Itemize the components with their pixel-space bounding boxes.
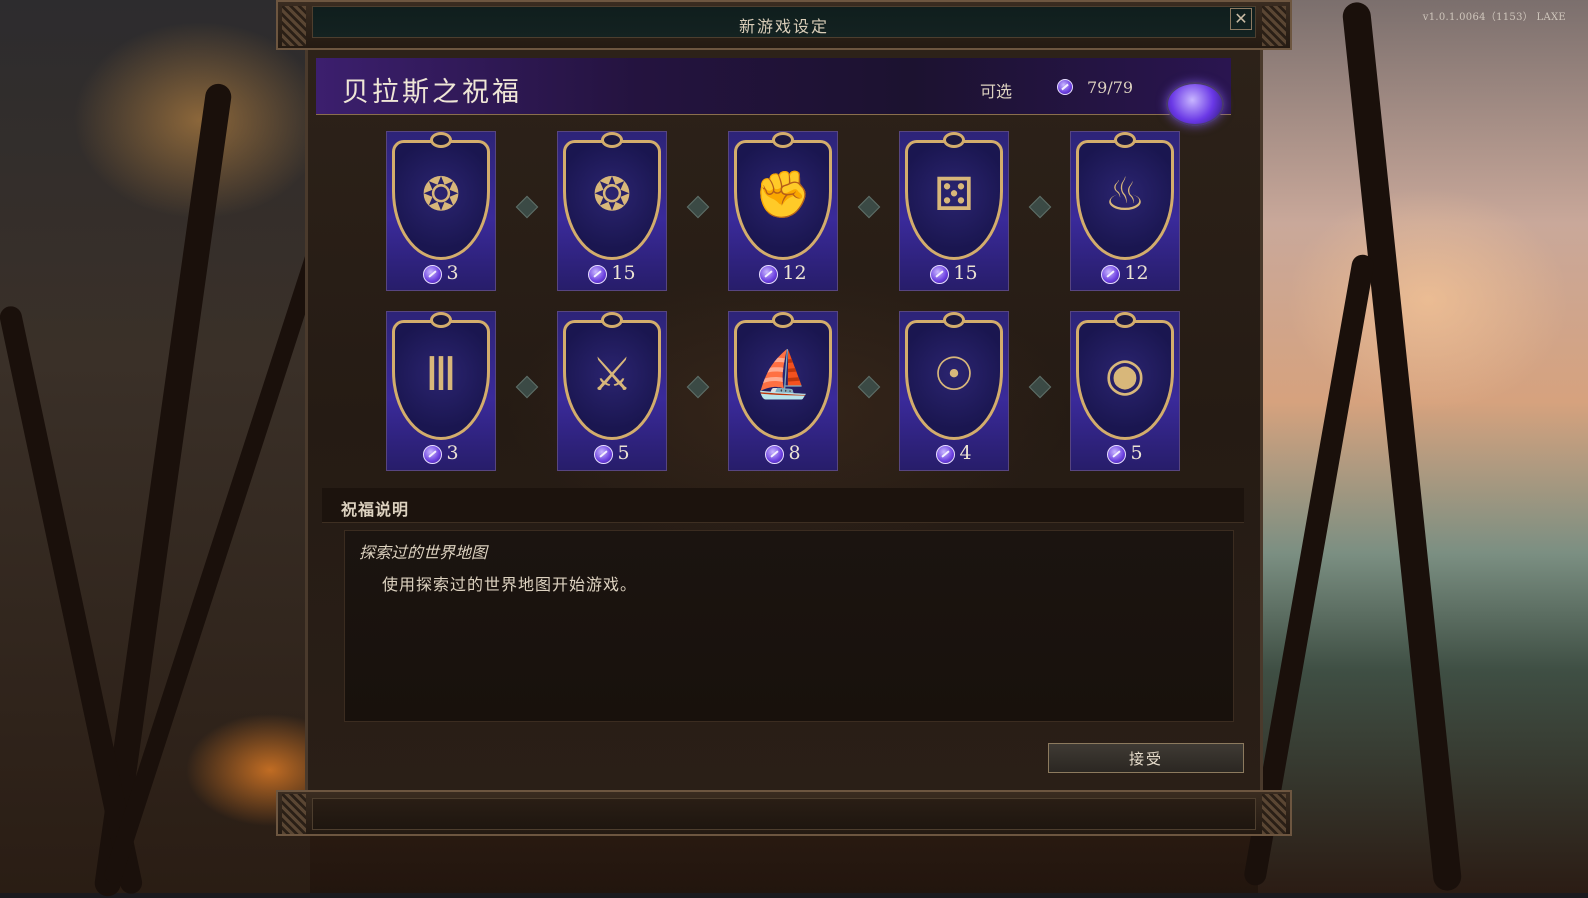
card-knob xyxy=(772,312,794,328)
coins-small-icon: ❂ xyxy=(421,167,461,221)
page-title: 贝拉斯之祝福 xyxy=(342,77,522,108)
corner-ornament xyxy=(1262,6,1286,46)
card-knob xyxy=(943,312,965,328)
card-knob xyxy=(1114,132,1136,148)
description-title: 探索过的世界地图 xyxy=(359,543,488,562)
blessing-card[interactable]: ♨ 12 xyxy=(1070,131,1180,291)
card-cost-value: 8 xyxy=(788,442,801,464)
available-label: 可选 xyxy=(980,82,1013,101)
card-cost: 15 xyxy=(900,262,1008,284)
card-cost: 12 xyxy=(729,262,837,284)
corner-ornament xyxy=(1262,794,1286,834)
card-knob xyxy=(943,132,965,148)
card-cost-value: 4 xyxy=(959,442,972,464)
card-cost: 5 xyxy=(1071,442,1179,464)
palm-trunk xyxy=(1341,0,1463,893)
palm-trunk xyxy=(0,304,145,896)
card-knob xyxy=(430,132,452,148)
background-left-scenery xyxy=(0,0,336,898)
corner-ornament xyxy=(282,794,306,834)
corner-ornament xyxy=(282,6,306,46)
card-knob xyxy=(430,312,452,328)
blessing-card[interactable]: ☉ 4 xyxy=(899,311,1009,471)
accept-button[interactable]: 接受 xyxy=(1048,743,1244,773)
palm-trunk xyxy=(102,214,336,886)
background-right-scenery xyxy=(1242,0,1588,893)
blessing-card[interactable]: Ⅲ3 xyxy=(386,311,496,471)
blessing-card[interactable]: ◉ 5 xyxy=(1070,311,1180,471)
card-knob xyxy=(601,312,623,328)
blessing-point-icon xyxy=(423,444,443,464)
bottom-inner xyxy=(312,798,1256,830)
blessing-card[interactable]: ⚔ 5 xyxy=(557,311,667,471)
blessing-card[interactable]: ⛵ 8 xyxy=(728,311,838,471)
window-title: 新游戏设定 xyxy=(738,17,829,36)
blessing-point-icon xyxy=(423,264,443,284)
medallion-icon: ◉ xyxy=(1104,347,1146,401)
description-box: 探索过的世界地图 使用探索过的世界地图开始游戏。 xyxy=(344,530,1234,722)
card-cost: 4 xyxy=(900,442,1008,464)
card-knob xyxy=(601,132,623,148)
bottom-bar xyxy=(276,790,1292,836)
card-cost: 15 xyxy=(558,262,666,284)
blessing-card[interactable]: ❂ 3 xyxy=(386,131,496,291)
card-cost: 8 xyxy=(729,442,837,464)
blessing-card[interactable]: ⚄ 15 xyxy=(899,131,1009,291)
description-body: 使用探索过的世界地图开始游戏。 xyxy=(382,575,638,594)
card-cost-value: 3 xyxy=(446,442,459,464)
card-cost-value: 5 xyxy=(617,442,630,464)
coins-large-icon: ❂ xyxy=(592,167,632,221)
title-bar: 新游戏设定 ✕ xyxy=(276,0,1292,50)
card-cost-value: 12 xyxy=(782,262,807,284)
card-cost-value: 15 xyxy=(953,262,978,284)
blessing-point-icon xyxy=(936,444,956,464)
dice-icon: ⚄ xyxy=(934,167,974,221)
header-band: 贝拉斯之祝福 可选 79/79 xyxy=(316,58,1231,126)
blessing-point-icon xyxy=(594,444,614,464)
ship-icon: ⛵ xyxy=(754,347,812,401)
card-cost-value: 3 xyxy=(446,262,459,284)
card-cost: 5 xyxy=(558,442,666,464)
blessing-point-icon xyxy=(930,264,950,284)
card-knob xyxy=(1114,312,1136,328)
pillar-icon: Ⅲ xyxy=(425,347,457,401)
version-label: v1.0.1.0064（1153） LAXE xyxy=(1422,12,1566,23)
blessing-point-icon xyxy=(759,264,779,284)
spyglass-icon: ☉ xyxy=(933,347,975,401)
blessing-point-icon xyxy=(765,444,785,464)
blessing-point-icon xyxy=(1057,79,1073,95)
blessing-medallion-icon xyxy=(1166,82,1224,126)
close-icon: ✕ xyxy=(1234,9,1248,28)
blessing-point-icon xyxy=(588,264,608,284)
pipe-icon: ♨ xyxy=(1104,167,1146,221)
fist-icon: ✊ xyxy=(754,167,812,221)
close-button[interactable]: ✕ xyxy=(1230,8,1252,30)
card-cost-value: 15 xyxy=(611,262,636,284)
card-cost: 3 xyxy=(387,262,495,284)
blessing-card[interactable]: ❂ 15 xyxy=(557,131,667,291)
description-header: 祝福说明 xyxy=(322,488,1244,523)
card-knob xyxy=(772,132,794,148)
card-cost-value: 12 xyxy=(1124,262,1149,284)
blessing-point-icon xyxy=(1101,264,1121,284)
title-inner: 新游戏设定 xyxy=(312,6,1256,38)
description-header-label: 祝福说明 xyxy=(341,500,410,519)
blessing-card[interactable]: ✊ 12 xyxy=(728,131,838,291)
blessing-point-icon xyxy=(1107,444,1127,464)
available-points: 79/79 xyxy=(1087,78,1134,97)
weapons-icon: ⚔ xyxy=(591,347,633,401)
card-cost-value: 5 xyxy=(1130,442,1143,464)
card-cost: 12 xyxy=(1071,262,1179,284)
card-cost: 3 xyxy=(387,442,495,464)
